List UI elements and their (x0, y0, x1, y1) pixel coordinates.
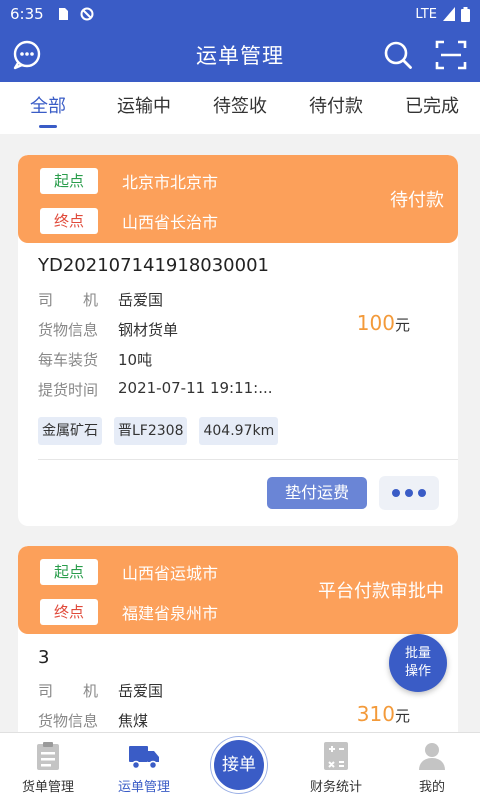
nav-cargo-orders[interactable]: 货单管理 (0, 733, 96, 800)
goods-info: 钢材货单 (118, 321, 179, 339)
nav-label: 财务统计 (309, 780, 362, 795)
order-status: 平台付款审批中 (318, 581, 444, 602)
end-location: 山西省长治市 (122, 213, 219, 232)
more-dot-icon (392, 489, 400, 497)
nav-waybill-management[interactable]: 运单管理 (96, 733, 192, 800)
plate-number-chip: 晋LF2308 (114, 417, 188, 445)
price-amount: 310 (356, 702, 395, 726)
chat-bubble-icon[interactable] (10, 38, 44, 72)
end-tag: 终点 (40, 599, 98, 625)
order-status: 待付款 (390, 190, 444, 211)
divider (38, 459, 458, 460)
status-time: 6:35 (10, 5, 44, 23)
tab-completed[interactable]: 已完成 (384, 82, 480, 134)
driver-label: 司 机 (38, 682, 99, 700)
clipboard-icon (37, 742, 59, 770)
more-dot-icon (405, 489, 413, 497)
order-card[interactable]: 起点 山西省运城市 终点 福建省泉州市 平台付款审批中 3 司 机 岳爱国 货物… (18, 546, 458, 732)
start-row: 起点 山西省运城市 (40, 559, 218, 585)
route-header: 起点 山西省运城市 终点 福建省泉州市 平台付款审批中 (18, 546, 458, 634)
tab-in-transit[interactable]: 运输中 (96, 82, 192, 134)
more-options-button[interactable] (379, 476, 439, 510)
goods-label: 货物信息 (38, 321, 99, 339)
start-location: 山西省运城市 (122, 564, 219, 583)
tag-chips: 金属矿石 晋LF2308 404.97km (38, 417, 279, 445)
freight-price: 100元 (357, 311, 410, 335)
goods-info: 焦煤 (118, 712, 149, 730)
scan-icon[interactable] (434, 38, 468, 72)
no-disturb-icon (80, 7, 94, 21)
pickup-row: 提货时间 2021-07-11 19:11:... (38, 379, 273, 400)
end-tag: 终点 (40, 208, 98, 234)
freight-price: 310元 (357, 702, 410, 726)
start-row: 起点 北京市北京市 (40, 168, 218, 194)
page-title: 运单管理 (196, 44, 284, 68)
tab-all[interactable]: 全部 (0, 82, 96, 134)
signal-icon (443, 7, 455, 21)
route-header: 起点 北京市北京市 终点 山西省长治市 待付款 (18, 155, 458, 243)
goods-row: 货物信息 钢材货单 (38, 319, 178, 340)
end-row: 终点 山西省长治市 (40, 208, 218, 234)
price-amount: 100 (356, 311, 395, 335)
status-tabs: 全部 运输中 待签收 待付款 已完成 (0, 82, 480, 134)
pickup-label: 提货时间 (38, 381, 99, 399)
status-bar: 6:35 LTE (0, 0, 480, 28)
start-location: 北京市北京市 (122, 173, 219, 192)
driver-name: 岳爱国 (118, 682, 164, 700)
driver-row: 司 机 岳爱国 (38, 289, 163, 310)
tab-pending-sign[interactable]: 待签收 (192, 82, 288, 134)
batch-label-line1: 批量 (404, 646, 431, 661)
search-icon[interactable] (381, 38, 415, 72)
load-value: 10吨 (118, 351, 153, 369)
nav-label: 我的 (418, 780, 445, 795)
more-dot-icon (418, 489, 426, 497)
distance-chip: 404.97km (199, 417, 279, 445)
driver-name: 岳爱国 (118, 291, 164, 309)
price-unit: 元 (394, 316, 410, 334)
goods-row: 货物信息 焦煤 (38, 710, 148, 731)
nav-label: 运单管理 (117, 780, 170, 795)
nav-finance-stats[interactable]: 财务统计 (288, 733, 384, 800)
nav-mine[interactable]: 我的 (384, 733, 480, 800)
accept-order-button[interactable]: 接单 (211, 737, 267, 793)
load-label: 每车装货 (38, 351, 99, 369)
start-tag: 起点 (40, 168, 98, 194)
goods-label: 货物信息 (38, 712, 99, 730)
start-tag: 起点 (40, 559, 98, 585)
truck-icon (129, 746, 159, 770)
order-number: 3 (38, 647, 50, 668)
battery-icon (461, 6, 470, 22)
order-number: YD202107141918030001 (38, 255, 269, 276)
driver-label: 司 机 (38, 291, 99, 309)
app-bar: 运单管理 (0, 28, 480, 82)
order-card[interactable]: 起点 北京市北京市 终点 山西省长治市 待付款 YD20210714191803… (18, 155, 458, 526)
driver-row: 司 机 岳爱国 (38, 680, 163, 701)
batch-label-line2: 操作 (404, 664, 431, 679)
nav-label: 货单管理 (21, 780, 74, 795)
load-row: 每车装货 10吨 (38, 349, 152, 370)
tab-pending-payment[interactable]: 待付款 (288, 82, 384, 134)
end-location: 福建省泉州市 (122, 604, 219, 623)
advance-freight-button[interactable]: 垫付运费 (267, 477, 367, 509)
end-row: 终点 福建省泉州市 (40, 599, 218, 625)
cargo-type-chip: 金属矿石 (38, 417, 102, 445)
price-unit: 元 (394, 707, 410, 725)
user-icon (419, 743, 445, 770)
sim-card-icon (58, 8, 68, 20)
calculator-icon (324, 742, 348, 770)
batch-operation-button[interactable]: 批量 操作 (389, 634, 447, 692)
pickup-time: 2021-07-11 19:11:... (118, 379, 273, 397)
network-type: LTE (415, 6, 437, 22)
